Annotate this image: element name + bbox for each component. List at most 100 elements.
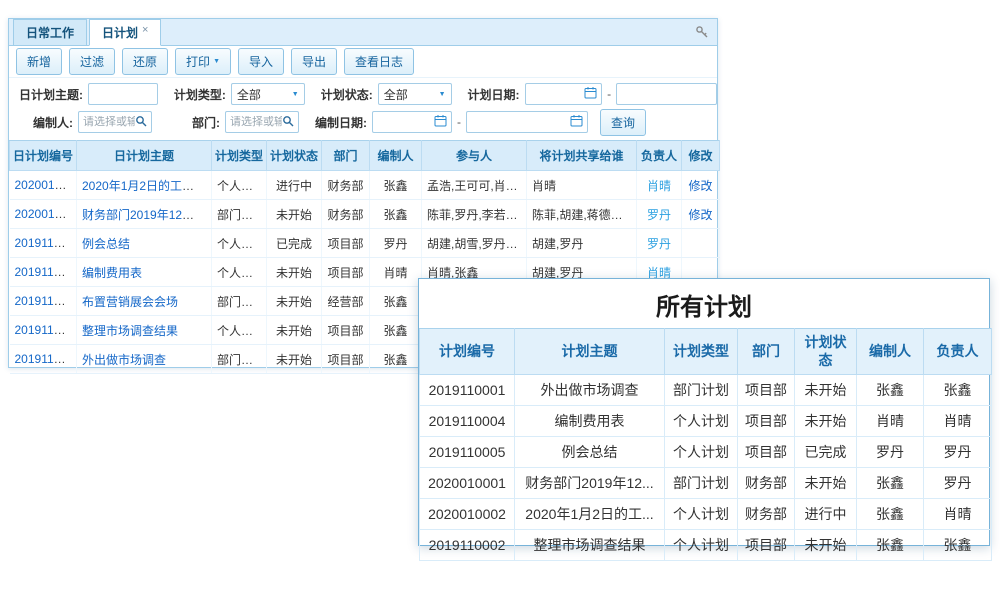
dept-label: 部门: (192, 114, 220, 131)
owner-link[interactable]: 罗丹 (647, 237, 671, 251)
compiler-label: 编制人: (33, 114, 73, 131)
filter-button-label: 过滤 (80, 53, 104, 70)
plan-subject-link[interactable]: 例会总结 (82, 237, 130, 251)
table-row[interactable]: 2020010002 2020年1月2日的工作日... 个人计划 进行中 财务部… (10, 171, 720, 200)
compiler-cell: 张鑫 (370, 171, 422, 200)
plan-subject-link[interactable]: 整理市场调查结果 (82, 324, 178, 338)
calendar-icon[interactable] (434, 114, 447, 130)
plan-subject-link[interactable]: 布置营销展会会场 (82, 295, 178, 309)
table-row[interactable]: 2019110005 例会总结 个人计划 项目部 已完成 罗丹 罗丹 (420, 437, 992, 468)
plan-subject-link[interactable]: 财务部门2019年12月的... (82, 208, 212, 222)
column-header[interactable]: 计划状态 (267, 141, 322, 171)
plan-id-link[interactable]: 2020010002 (15, 178, 77, 192)
status-select[interactable]: 全部 ▼ (378, 83, 452, 105)
date-range-separator: - (457, 115, 461, 129)
dept-cell: 项目部 (322, 229, 370, 258)
compile-date-from-input[interactable] (377, 116, 434, 128)
column-header[interactable]: 负责人 (637, 141, 682, 171)
dept-cell: 经营部 (322, 287, 370, 316)
dept-input[interactable] (230, 116, 282, 128)
compile-date-to-input[interactable] (471, 116, 570, 128)
column-header[interactable]: 将计划共享给谁 (527, 141, 637, 171)
plan-subject-link[interactable]: 外出做市场调查 (82, 353, 166, 367)
column-header[interactable]: 参与人 (422, 141, 527, 171)
compiler-input[interactable] (83, 116, 135, 128)
print-button[interactable]: 打印▼ (175, 48, 231, 75)
column-header[interactable]: 计划类型 (665, 329, 738, 375)
compile-date-label: 编制日期: (315, 114, 367, 131)
plan-id-cell: 2019110004 (420, 406, 515, 437)
plan-status-cell: 未开始 (267, 345, 322, 374)
print-button-label: 打印 (186, 53, 210, 70)
table-row[interactable]: 2019110001 外出做市场调查 部门计划 项目部 未开始 张鑫 张鑫 (420, 375, 992, 406)
type-select[interactable]: 全部 ▼ (231, 83, 305, 105)
view-log-button[interactable]: 查看日志 (344, 48, 414, 75)
owner-cell: 肖晴 (924, 406, 992, 437)
owner-link[interactable]: 肖晴 (647, 179, 671, 193)
plan-subject-cell: 编制费用表 (515, 406, 665, 437)
plan-subject-link[interactable]: 编制费用表 (82, 266, 142, 280)
column-header[interactable]: 计划编号 (420, 329, 515, 375)
search-icon[interactable] (135, 115, 147, 130)
plan-id-link[interactable]: 2019110005 (15, 236, 77, 250)
table-row[interactable]: 2020010001 财务部门2019年12... 部门计划 财务部 未开始 张… (420, 468, 992, 499)
plan-type-cell: 个人计划 (665, 437, 738, 468)
column-header[interactable]: 负责人 (924, 329, 992, 375)
column-header[interactable]: 编制人 (370, 141, 422, 171)
table-row[interactable]: 2020010001 财务部门2019年12月的... 部门计划 未开始 财务部… (10, 200, 720, 229)
tab-daily-plan-label: 日计划 (102, 24, 138, 41)
chevron-down-icon: ▼ (213, 58, 220, 65)
restore-button[interactable]: 还原 (122, 48, 168, 75)
calendar-icon[interactable] (570, 114, 583, 130)
add-button[interactable]: 新增 (16, 48, 62, 75)
tab-daily-work[interactable]: 日常工作 (13, 19, 87, 45)
column-header[interactable]: 编制人 (857, 329, 924, 375)
column-header[interactable]: 部门 (738, 329, 795, 375)
owner-cell: 肖晴 (924, 499, 992, 530)
column-header[interactable]: 计划类型 (212, 141, 267, 171)
type-select-value: 全部 (237, 86, 261, 103)
plan-type-cell: 个人计划 (212, 171, 267, 200)
all-plans-table-body: 2019110001 外出做市场调查 部门计划 项目部 未开始 张鑫 张鑫 20… (420, 375, 992, 561)
plan-id-link[interactable]: 2019110004 (15, 265, 77, 279)
column-header[interactable]: 日计划主题 (77, 141, 212, 171)
modify-link[interactable]: 修改 (688, 208, 712, 222)
export-button[interactable]: 导出 (291, 48, 337, 75)
table-row[interactable]: 2019110005 例会总结 个人计划 已完成 项目部 罗丹 胡建,胡雪,罗丹… (10, 229, 720, 258)
restore-button-label: 还原 (133, 53, 157, 70)
column-header[interactable]: 计划状态 (795, 329, 857, 375)
compiler-cell: 张鑫 (370, 345, 422, 374)
owner-link[interactable]: 罗丹 (647, 208, 671, 222)
owner-cell: 张鑫 (924, 530, 992, 561)
export-button-label: 导出 (302, 53, 326, 70)
tab-daily-plan[interactable]: 日计划 × (89, 19, 161, 46)
subject-input[interactable] (93, 88, 153, 100)
column-header[interactable]: 修改 (682, 141, 720, 171)
plan-subject-link[interactable]: 2020年1月2日的工作日... (82, 179, 212, 193)
close-icon[interactable]: × (142, 24, 148, 36)
owner-cell: 罗丹 (924, 437, 992, 468)
search-button[interactable]: 查询 (600, 109, 646, 136)
plan-date-from-input[interactable] (530, 88, 585, 100)
table-row[interactable]: 2019110002 整理市场调查结果 个人计划 项目部 未开始 张鑫 张鑫 (420, 530, 992, 561)
compile-date-to-box (466, 111, 588, 133)
import-button[interactable]: 导入 (238, 48, 284, 75)
compiler-cell: 张鑫 (370, 287, 422, 316)
calendar-icon[interactable] (584, 86, 597, 102)
column-header[interactable]: 部门 (322, 141, 370, 171)
table-row[interactable]: 2020010002 2020年1月2日的工... 个人计划 财务部 进行中 张… (420, 499, 992, 530)
key-icon[interactable] (695, 25, 709, 44)
plan-id-link[interactable]: 2019110002 (15, 323, 77, 337)
search-icon[interactable] (282, 115, 294, 130)
column-header[interactable]: 计划主题 (515, 329, 665, 375)
plan-date-to-input[interactable] (621, 88, 712, 100)
plan-id-link[interactable]: 2020010001 (15, 207, 77, 221)
column-header[interactable]: 日计划编号 (10, 141, 77, 171)
plan-id-link[interactable]: 2019110001 (15, 352, 77, 366)
filter-button[interactable]: 过滤 (69, 48, 115, 75)
plan-status-cell: 未开始 (795, 406, 857, 437)
table-row[interactable]: 2019110004 编制费用表 个人计划 项目部 未开始 肖晴 肖晴 (420, 406, 992, 437)
plan-type-cell: 个人计划 (212, 229, 267, 258)
modify-link[interactable]: 修改 (688, 179, 712, 193)
plan-id-link[interactable]: 2019110003 (15, 294, 77, 308)
